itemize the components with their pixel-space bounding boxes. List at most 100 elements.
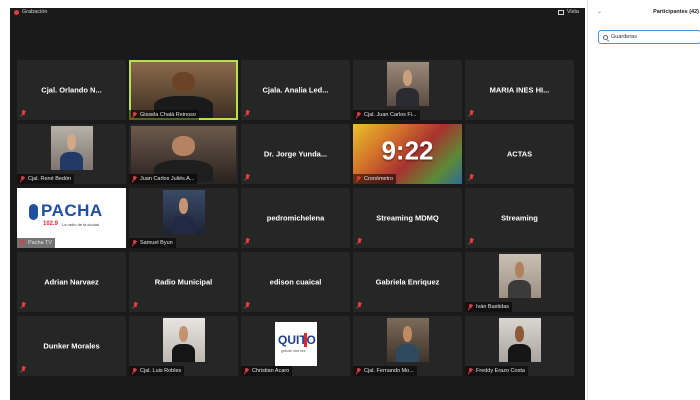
participant-tile[interactable]: Cjal. Juan Carlos Fi...: [353, 60, 462, 120]
muted-mic-icon: [20, 366, 26, 373]
quito-tagline: grande otra vez: [281, 349, 306, 353]
participant-tile[interactable]: 9:22 Cronómetro: [353, 124, 462, 184]
person-head: [514, 261, 525, 278]
muted-mic-icon: [243, 367, 249, 375]
person-body: [507, 344, 532, 362]
participant-name: MARIA INES HI...: [489, 85, 550, 95]
recording-label: Grabación: [22, 9, 48, 15]
video-feed: [162, 190, 205, 234]
participant-name: Adrian Narvaez: [44, 277, 99, 287]
participant-name: pedromichelena: [266, 213, 325, 223]
participant-tile[interactable]: Samuel Byun: [129, 188, 238, 248]
microphone-icon: [29, 204, 38, 220]
search-icon: [603, 34, 608, 40]
participant-label: Juan Carlos Juliés A...: [129, 174, 198, 184]
participants-title: Participantes (42): [653, 9, 699, 15]
video-feed: [498, 318, 541, 362]
participant-tile[interactable]: ACTAS: [465, 124, 574, 184]
participant-name: Freddy Erazo Costa: [476, 368, 525, 374]
participant-tile[interactable]: MARIA INES HI...: [465, 60, 574, 120]
participant-label: Samuel Byun: [129, 238, 176, 248]
stopwatch-display: 9:22: [381, 135, 434, 166]
participant-tile[interactable]: Cjal. René Bedón: [17, 124, 126, 184]
muted-mic-icon: [244, 238, 250, 245]
participant-label: Gissela Chalá Reinoso: [129, 110, 199, 120]
quito-brand: QUITO: [278, 333, 316, 347]
person-body: [171, 344, 196, 362]
grid-view-icon: [557, 9, 564, 15]
muted-mic-icon: [244, 174, 250, 181]
participant-name: ACTAS: [506, 149, 533, 159]
person-head: [178, 325, 189, 342]
meeting-topbar: Grabación Vista: [10, 8, 585, 22]
participant-name: Dunker Morales: [43, 341, 100, 351]
pacha-tagline: La radio de la ciudad: [62, 222, 100, 227]
participants-panel: ⌄ Participantes (42): [587, 0, 700, 400]
muted-mic-icon: [244, 302, 250, 309]
participant-tile[interactable]: pedromichelena: [241, 188, 350, 248]
participant-name: Streaming MDMQ: [376, 213, 439, 223]
muted-mic-icon: [468, 238, 474, 245]
panel-header: ⌄ Participantes (42): [588, 8, 700, 20]
participant-name: Christian Acaro: [252, 368, 290, 374]
muted-mic-icon: [468, 110, 474, 117]
participant-tile[interactable]: edison cuaical: [241, 252, 350, 312]
participant-tile[interactable]: Dunker Morales: [17, 316, 126, 376]
person-body: [507, 280, 532, 298]
participant-name: Samuel Byun: [140, 240, 173, 246]
participant-name: Juan Carlos Juliés A...: [140, 176, 195, 182]
participant-tile[interactable]: Cjal. Luis Robles: [129, 316, 238, 376]
muted-mic-icon: [131, 239, 137, 247]
participant-tile[interactable]: Cjala. Analia Led...: [241, 60, 350, 120]
participant-name: Cronómetro: [364, 176, 394, 182]
participant-name: Cjal. Luis Robles: [140, 368, 182, 374]
participant-tile[interactable]: Gissela Chalá Reinoso: [129, 60, 238, 120]
video-feed: [386, 62, 429, 106]
participant-tile[interactable]: Gabriela Enriquez: [353, 252, 462, 312]
participant-name: Cjal. Juan Carlos Fi...: [364, 112, 417, 118]
participant-tile[interactable]: Juan Carlos Juliés A...: [129, 124, 238, 184]
participant-label: Cjal. René Bedón: [17, 174, 75, 184]
recording-indicator: Grabación: [14, 9, 47, 15]
participant-tile[interactable]: Iván Bastidas: [465, 252, 574, 312]
participant-name: Dr. Jorge Yunda...: [263, 149, 328, 159]
search-input[interactable]: [611, 34, 691, 40]
muted-mic-icon: [131, 111, 137, 119]
participant-tile[interactable]: Streaming: [465, 188, 574, 248]
muted-mic-icon: [467, 367, 473, 375]
video-feed: [162, 318, 205, 362]
app-window: Grabación Vista Cjal. Orlando N... Gissel…: [0, 0, 700, 400]
person-head: [171, 136, 196, 157]
muted-mic-icon: [19, 175, 25, 183]
participant-tile[interactable]: Freddy Erazo Costa: [465, 316, 574, 376]
participant-tile[interactable]: PACHA 102.9 La radio de la ciudad Pacha TV: [17, 188, 126, 248]
person-head: [178, 197, 189, 214]
participant-tile[interactable]: QUITO grande otra vez Christian Acaro: [241, 316, 350, 376]
view-label: Vista: [566, 9, 579, 15]
participant-tile[interactable]: Streaming MDMQ: [353, 188, 462, 248]
quito-logo: QUITO grande otra vez: [275, 322, 317, 366]
person-head: [514, 325, 525, 342]
participant-tile[interactable]: Dr. Jorge Yunda...: [241, 124, 350, 184]
person-head: [402, 69, 413, 86]
participant-label: Cjal. Luis Robles: [129, 366, 185, 376]
chevron-down-icon[interactable]: ⌄: [597, 8, 602, 15]
view-button[interactable]: Vista: [557, 9, 579, 15]
video-feed: [386, 318, 429, 362]
muted-mic-icon: [132, 302, 138, 309]
participant-search[interactable]: [598, 30, 700, 44]
participant-tile[interactable]: Cjal. Orlando N...: [17, 60, 126, 120]
meeting-gallery: Grabación Vista Cjal. Orlando N... Gissel…: [10, 8, 585, 400]
pacha-brand: PACHA: [41, 201, 103, 220]
participant-name: Iván Bastidas: [476, 304, 510, 310]
person-body: [395, 88, 420, 106]
participant-tile[interactable]: Cjal. Fernando Mo...: [353, 316, 462, 376]
participant-tile[interactable]: Adrian Narvaez: [17, 252, 126, 312]
participant-tile[interactable]: Radio Municipal: [129, 252, 238, 312]
video-feed: [50, 126, 93, 170]
muted-mic-icon: [467, 303, 473, 311]
muted-mic-icon: [131, 367, 137, 375]
pacha-frequency: 102.9: [43, 221, 59, 227]
person-body: [395, 344, 420, 362]
muted-mic-icon: [20, 302, 26, 309]
